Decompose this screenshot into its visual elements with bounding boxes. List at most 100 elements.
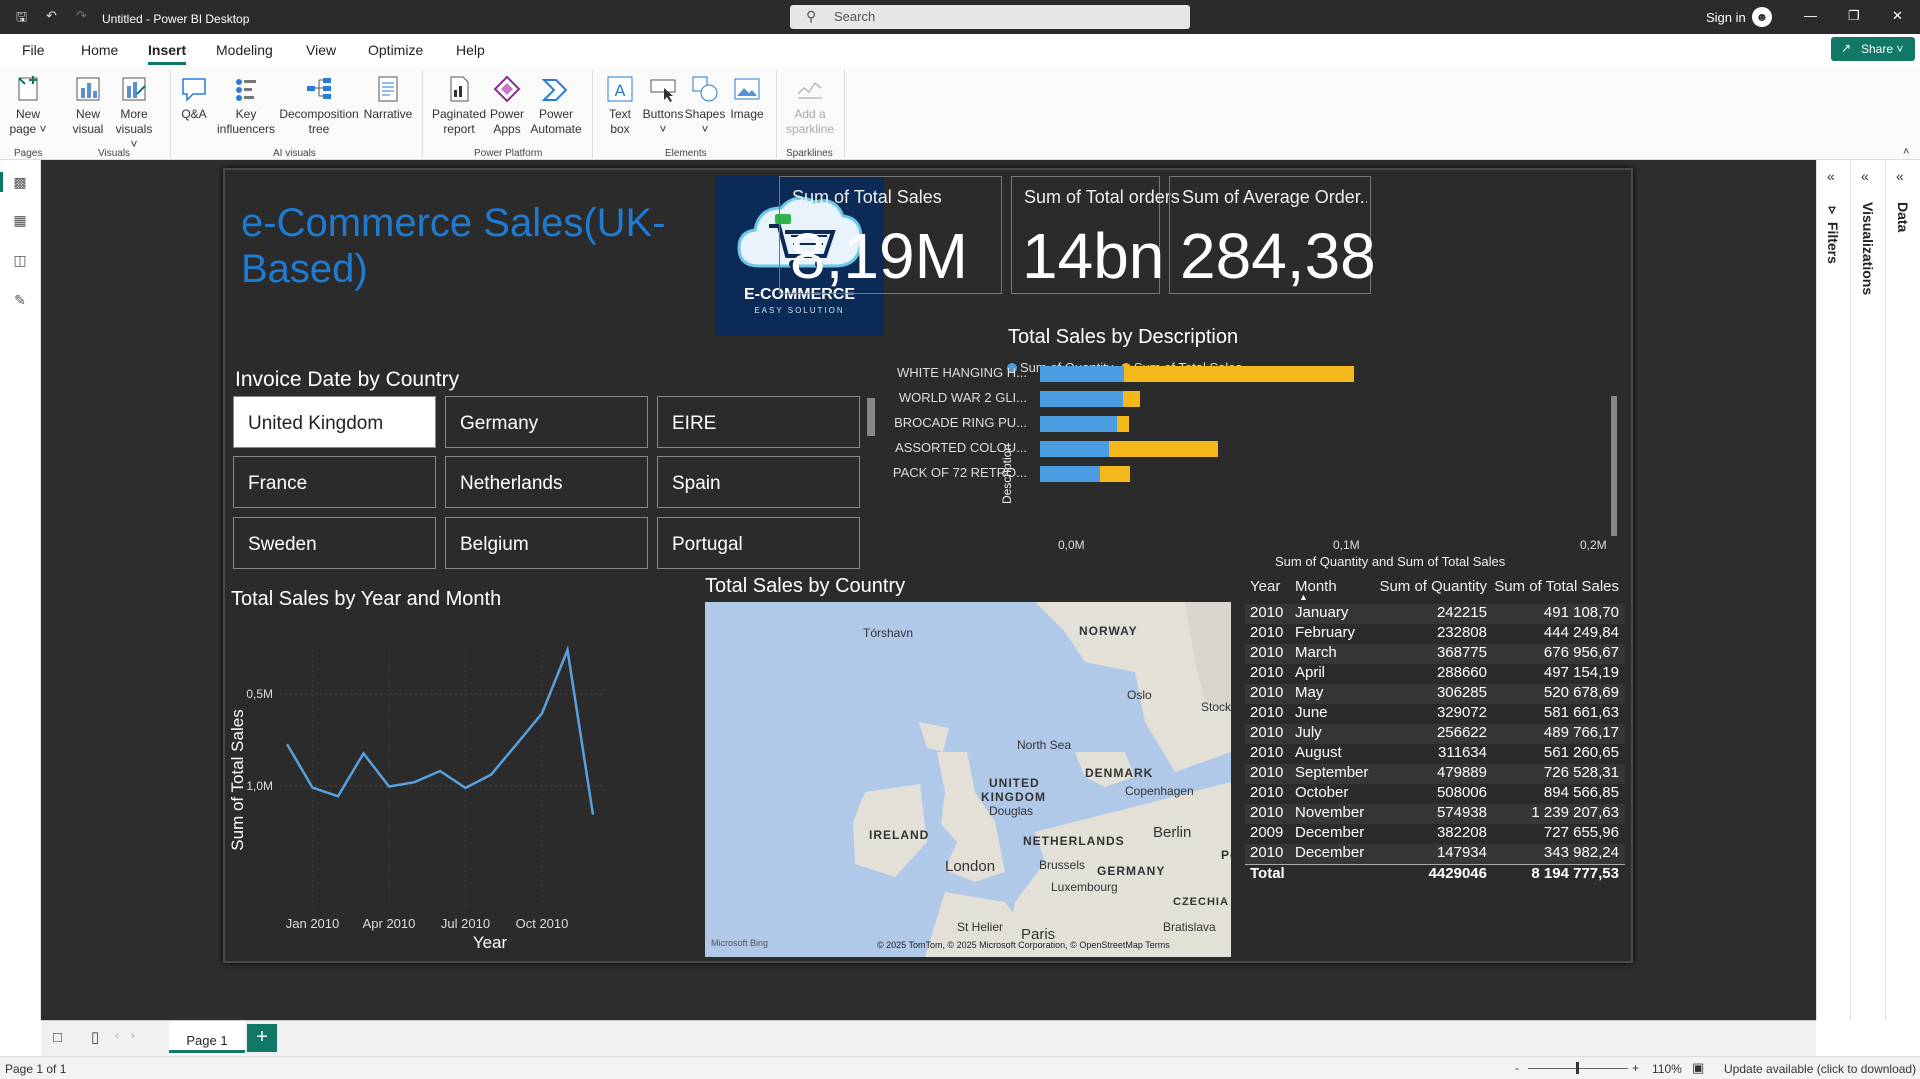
- image-button[interactable]: Image: [726, 74, 768, 122]
- text-box-button[interactable]: A Text box: [600, 74, 640, 137]
- kpi-card-average-order[interactable]: Sum of Average Order... 284,38: [1169, 176, 1376, 294]
- tab-view[interactable]: View: [306, 42, 336, 58]
- table-row[interactable]: 2010 February 232808 444 249,84: [1245, 624, 1625, 644]
- table-row[interactable]: 2010 January 242215 491 108,70: [1245, 604, 1625, 624]
- update-available-link[interactable]: Update available (click to download): [1724, 1062, 1916, 1076]
- table-total-row[interactable]: Total 4429046 8 194 777,53: [1245, 864, 1625, 884]
- line-series-total-sales[interactable]: [285, 645, 595, 815]
- slicer-item-germany[interactable]: Germany: [445, 396, 648, 448]
- zoom-slider-thumb[interactable]: [1576, 1062, 1579, 1074]
- table-row[interactable]: 2010 August 311634 561 260,65: [1245, 744, 1625, 764]
- more-visuals-button[interactable]: More visuals ˅: [112, 74, 156, 152]
- page-tab-1[interactable]: Page 1: [169, 1021, 245, 1055]
- bar-segment-quantity[interactable]: [1040, 391, 1123, 407]
- expand-visualizations-icon[interactable]: «: [1861, 168, 1869, 184]
- table-row[interactable]: 2010 September 479889 726 528,31: [1245, 764, 1625, 784]
- filters-label[interactable]: ▿ Filters: [1825, 202, 1841, 264]
- tab-help[interactable]: Help: [456, 42, 485, 58]
- decomposition-tree-button[interactable]: Decomposition tree: [278, 74, 360, 137]
- dax-query-view-icon[interactable]: ✎: [10, 292, 30, 310]
- power-automate-button[interactable]: Power Automate: [530, 74, 582, 137]
- slicer-item-france[interactable]: France: [233, 456, 436, 508]
- bar-segment-total-sales[interactable]: [1099, 466, 1131, 482]
- bar-segment-total-sales[interactable]: [1122, 391, 1140, 407]
- kpi-card-total-orders[interactable]: Sum of Total orders 14bn: [1011, 176, 1180, 294]
- bar-segment-quantity[interactable]: [1040, 441, 1109, 457]
- bar-segment-quantity[interactable]: [1040, 466, 1100, 482]
- data-label[interactable]: Data: [1895, 202, 1911, 232]
- slicer-item-spain[interactable]: Spain: [657, 456, 860, 508]
- visualizations-pane[interactable]: « Visualizations: [1850, 160, 1885, 1020]
- user-avatar-icon[interactable]: ☻: [1752, 7, 1772, 27]
- expand-data-icon[interactable]: «: [1896, 168, 1904, 184]
- table-row[interactable]: 2010 July 256622 489 766,17: [1245, 724, 1625, 744]
- kpi-card-total-sales[interactable]: Sum of Total Sales 8,19M: [779, 176, 1002, 294]
- mobile-layout-icon[interactable]: ▯: [91, 1028, 99, 1046]
- search-input[interactable]: ⚲ Search: [790, 5, 1190, 29]
- key-influencers-button[interactable]: Key influencers: [216, 74, 276, 137]
- signin-link[interactable]: Sign in: [1706, 10, 1746, 25]
- bar-segment-quantity[interactable]: [1040, 366, 1125, 382]
- close-icon[interactable]: ✕: [1892, 8, 1903, 24]
- data-pane[interactable]: « Data: [1885, 160, 1920, 1020]
- next-page-icon[interactable]: ›: [131, 1030, 135, 1042]
- tab-insert[interactable]: Insert: [148, 42, 186, 58]
- bar-chart-scrollbar[interactable]: [1611, 396, 1617, 536]
- bar-segment-quantity[interactable]: [1040, 416, 1117, 432]
- table-row[interactable]: 2009 December 382208 727 655,96: [1245, 824, 1625, 844]
- collapse-ribbon-icon[interactable]: ˄: [1903, 146, 1909, 158]
- slicer-item-eire[interactable]: EIRE: [657, 396, 860, 448]
- table-row[interactable]: 2010 December 147934 343 982,24: [1245, 844, 1625, 864]
- tab-file[interactable]: File: [22, 42, 45, 58]
- slicer-item-belgium[interactable]: Belgium: [445, 517, 648, 569]
- col-header-total-sales[interactable]: Sum of Total Sales: [1494, 578, 1619, 595]
- table-row[interactable]: 2010 November 574938 1 239 207,63: [1245, 804, 1625, 824]
- report-title[interactable]: e-Commerce Sales(UK-Based): [241, 200, 681, 292]
- fit-to-page-icon[interactable]: ▣: [1692, 1060, 1704, 1076]
- report-page[interactable]: e-Commerce Sales(UK-Based) E-COMMERCE EA…: [223, 168, 1633, 963]
- qa-button[interactable]: Q&A: [176, 74, 212, 122]
- minimize-icon[interactable]: —: [1804, 8, 1817, 23]
- save-icon[interactable]: 🖫: [16, 8, 27, 30]
- share-button[interactable]: ↗ Share ˅: [1831, 37, 1915, 61]
- power-apps-button[interactable]: Power Apps: [487, 74, 527, 137]
- narrative-button[interactable]: Narrative: [362, 74, 414, 122]
- report-view-icon[interactable]: ▩: [10, 174, 30, 192]
- new-page-button[interactable]: New page ˅: [8, 74, 48, 137]
- country-map[interactable]: Tórshavn NORWAY Oslo Stock North Sea DEN…: [705, 602, 1231, 957]
- slicer-item-united-kingdom[interactable]: United Kingdom: [233, 396, 436, 448]
- col-header-year[interactable]: Year: [1250, 578, 1280, 595]
- table-row[interactable]: 2010 March 368775 676 956,67: [1245, 644, 1625, 664]
- slicer-item-portugal[interactable]: Portugal: [657, 517, 860, 569]
- bar-segment-total-sales[interactable]: [1124, 366, 1355, 382]
- zoom-in-icon[interactable]: +: [1632, 1061, 1639, 1075]
- tab-optimize[interactable]: Optimize: [368, 42, 423, 58]
- slicer-item-netherlands[interactable]: Netherlands: [445, 456, 648, 508]
- table-view-icon[interactable]: ▦: [10, 212, 30, 230]
- desktop-layout-icon[interactable]: □: [53, 1029, 62, 1046]
- tab-modeling[interactable]: Modeling: [216, 42, 273, 58]
- tab-home[interactable]: Home: [81, 42, 118, 58]
- visualizations-label[interactable]: Visualizations: [1860, 202, 1876, 295]
- prev-page-icon[interactable]: ‹: [115, 1030, 119, 1042]
- line-chart[interactable]: 1,0M 0,5M Jan 2010 Apr 2010 Jul 2010 Oct 2010…: [225, 610, 705, 950]
- slicer-item-sweden[interactable]: Sweden: [233, 517, 436, 569]
- table-row[interactable]: 2010 April 288660 497 154,19: [1245, 664, 1625, 684]
- new-visual-button[interactable]: New visual: [68, 74, 108, 137]
- bar-segment-total-sales[interactable]: [1108, 441, 1218, 457]
- redo-icon[interactable]: ↷: [76, 8, 87, 24]
- sales-table[interactable]: Year Month ▲ Sum of Quantity Sum of Total Sa…: [1245, 578, 1625, 884]
- zoom-out-icon[interactable]: -: [1515, 1061, 1519, 1075]
- paginated-report-button[interactable]: Paginated report: [430, 74, 488, 137]
- expand-filters-icon[interactable]: «: [1827, 168, 1835, 184]
- add-page-button[interactable]: +: [247, 1024, 277, 1052]
- zoom-level[interactable]: 110%: [1652, 1062, 1682, 1076]
- map-copyright[interactable]: © 2025 TomTom, © 2025 Microsoft Corporat…: [877, 940, 1170, 950]
- table-row[interactable]: 2010 June 329072 581 661,63: [1245, 704, 1625, 724]
- bar-segment-total-sales[interactable]: [1116, 416, 1129, 432]
- filters-pane[interactable]: « ▿ Filters: [1816, 160, 1850, 1020]
- restore-icon[interactable]: ❐: [1848, 8, 1860, 24]
- shapes-button[interactable]: Shapes ˅: [684, 74, 726, 137]
- col-header-quantity[interactable]: Sum of Quantity: [1379, 578, 1487, 595]
- buttons-button[interactable]: Buttons ˅: [640, 74, 686, 137]
